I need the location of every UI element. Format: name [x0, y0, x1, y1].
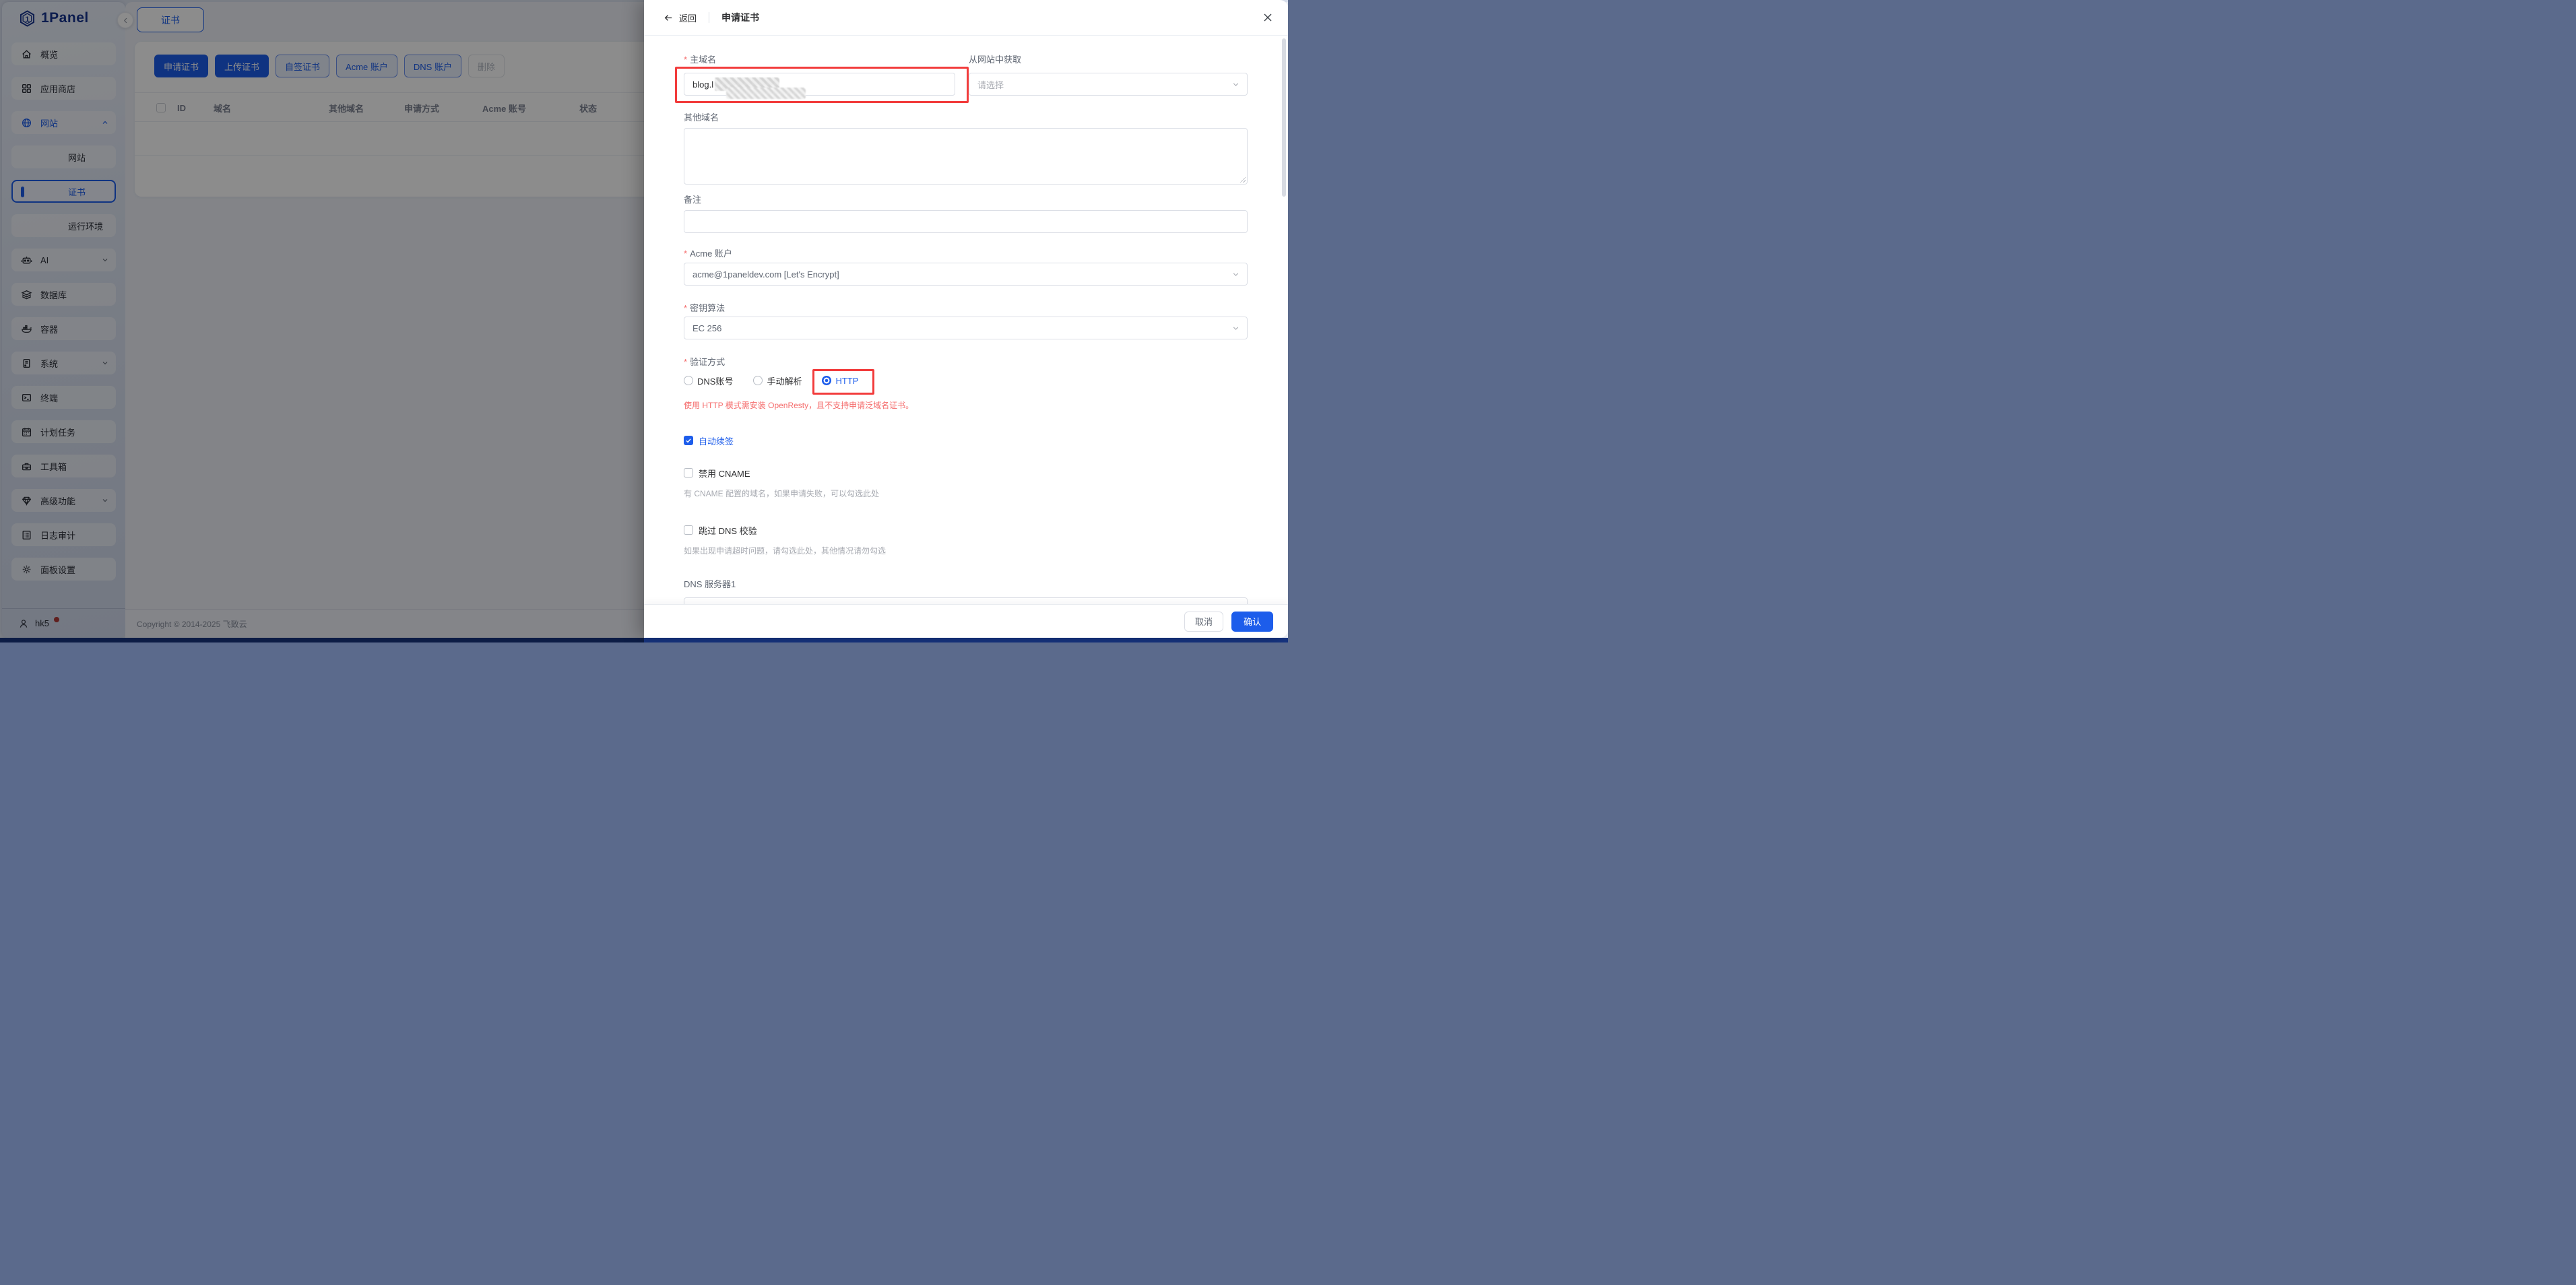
close-icon: [1262, 12, 1273, 23]
drawer-scrollbar[interactable]: [1282, 38, 1286, 197]
radio-circle: [684, 376, 693, 385]
checkbox: [684, 436, 693, 445]
screen: 1 1Panel 概览 应用商店 网站: [0, 0, 1288, 642]
acme-account-label: Acme 账户: [684, 248, 1248, 260]
skip-dns-check-hint: 如果出现申请超时问题，请勾选此处，其他情况请勿勾选: [684, 545, 1248, 556]
chevron-down-icon: [1231, 324, 1240, 333]
check-icon: [685, 437, 692, 444]
censored-text-mosaic: [726, 88, 806, 99]
resize-handle[interactable]: [1238, 175, 1246, 183]
disable-cname-checkbox[interactable]: 禁用 CNAME: [684, 466, 1248, 480]
radio-circle: [822, 376, 831, 385]
drawer-header: 返回 申请证书: [644, 0, 1288, 36]
confirm-button[interactable]: 确认: [1231, 612, 1273, 632]
skip-dns-check-checkbox[interactable]: 跳过 DNS 校验: [684, 523, 1248, 537]
drawer-title: 申请证书: [721, 11, 759, 24]
chevron-down-icon: [1231, 80, 1240, 89]
from-website-select[interactable]: 请选择: [969, 73, 1248, 96]
other-domains-textarea[interactable]: [684, 128, 1248, 185]
chevron-down-icon: [1231, 270, 1240, 279]
http-mode-warning: 使用 HTTP 模式需安装 OpenResty，且不支持申请泛域名证书。: [684, 399, 1248, 411]
arrow-left-icon: [664, 13, 674, 23]
disable-cname-hint: 有 CNAME 配置的域名，如果申请失败，可以勾选此处: [684, 488, 1248, 499]
back-button[interactable]: 返回: [664, 11, 697, 24]
auto-renew-checkbox[interactable]: 自动续签: [684, 434, 1248, 447]
apply-certificate-drawer: 返回 申请证书 主域名 从网站中获取 blog.l: [644, 0, 1288, 638]
from-website-label: 从网站中获取: [969, 55, 1021, 65]
verify-mode-radio-group: DNS账号 手动解析 HTTP: [684, 374, 1248, 387]
radio-manual-resolve[interactable]: 手动解析: [753, 374, 802, 387]
other-domains-label: 其他域名: [684, 112, 1248, 124]
verify-mode-label: 验证方式: [684, 356, 1248, 368]
acme-account-select[interactable]: acme@1paneldev.com [Let's Encrypt]: [684, 263, 1248, 286]
key-algorithm-select[interactable]: EC 256: [684, 317, 1248, 339]
primary-domain-label: 主域名: [684, 55, 716, 65]
drawer-footer: 取消 确认: [644, 604, 1288, 638]
dns-server-1-label: DNS 服务器1: [684, 579, 1248, 591]
checkbox: [684, 468, 693, 477]
dns-server-1-input[interactable]: [684, 597, 1248, 604]
close-button[interactable]: [1262, 12, 1273, 23]
checkbox: [684, 525, 693, 535]
radio-http[interactable]: HTTP: [822, 376, 858, 386]
drawer-overlay-mask[interactable]: [0, 0, 644, 642]
primary-domain-input[interactable]: blog.l: [684, 73, 955, 96]
remark-label: 备注: [684, 194, 1248, 206]
radio-dns-account[interactable]: DNS账号: [684, 374, 733, 387]
remark-input[interactable]: [684, 210, 1248, 233]
radio-circle: [753, 376, 763, 385]
key-algorithm-label: 密钥算法: [684, 302, 1248, 315]
drawer-body: 主域名 从网站中获取 blog.l 请选择: [644, 36, 1288, 604]
cancel-button[interactable]: 取消: [1184, 612, 1223, 632]
